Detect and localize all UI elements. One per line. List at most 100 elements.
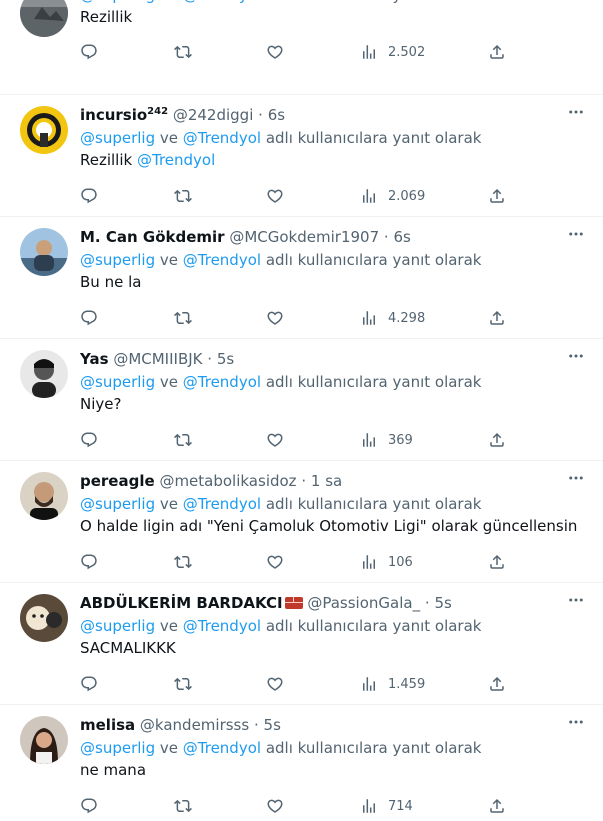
more-button[interactable] xyxy=(565,589,587,611)
reply-button[interactable] xyxy=(80,795,98,817)
share-button[interactable] xyxy=(488,307,506,329)
tweet-header: ABDÜLKERİM BARDAKCI @PassionGala_ · 5s xyxy=(80,594,452,612)
mention-link[interactable]: @Trendyol xyxy=(183,617,261,635)
retweet-button[interactable] xyxy=(174,673,192,695)
tweet[interactable]: ABDÜLKERİM BARDAKCI @PassionGala_ · 5s @… xyxy=(0,583,603,705)
share-icon xyxy=(490,188,504,203)
reply-joiner: ve xyxy=(159,617,178,635)
tweet[interactable]: pereagle @metabolikasidoz · 1 sa @superl… xyxy=(0,461,603,583)
mention-link[interactable]: @superlig xyxy=(80,129,155,147)
timestamp[interactable]: 1 sa xyxy=(311,472,342,490)
mention-link[interactable]: @Trendyol xyxy=(183,129,261,147)
user-handle[interactable]: @kandemirsss xyxy=(140,716,249,734)
mention-link[interactable]: @superlig xyxy=(80,373,155,391)
share-button[interactable] xyxy=(488,41,506,63)
timestamp[interactable]: 5s xyxy=(264,716,281,734)
views-button[interactable]: 2.069 xyxy=(360,185,425,207)
views-count: 1.459 xyxy=(388,676,426,692)
tweet-actions: 4.298 xyxy=(80,307,587,329)
avatar[interactable] xyxy=(20,594,68,642)
reply-button[interactable] xyxy=(80,673,98,695)
like-button[interactable] xyxy=(266,551,284,573)
reply-prefix-text: adlı kullanıcılara yanıt olarak xyxy=(265,617,482,635)
share-icon xyxy=(490,44,504,59)
retweet-button[interactable] xyxy=(174,307,192,329)
reply-button[interactable] xyxy=(80,429,98,451)
views-button[interactable]: 106 xyxy=(360,551,413,573)
display-name[interactable]: melisa xyxy=(80,716,135,734)
more-button[interactable] xyxy=(565,345,587,367)
avatar[interactable] xyxy=(20,0,68,37)
timestamp[interactable]: 5s xyxy=(217,350,234,368)
retweet-button[interactable] xyxy=(174,185,192,207)
tweet[interactable]: M. Can Gökdemir @MCGokdemir1907 · 6s @su… xyxy=(0,217,603,339)
user-handle[interactable]: @PassionGala_ xyxy=(307,594,420,612)
share-button[interactable] xyxy=(488,185,506,207)
like-icon xyxy=(267,555,283,569)
reply-button[interactable] xyxy=(80,185,98,207)
timestamp[interactable]: 5s xyxy=(434,594,451,612)
like-button[interactable] xyxy=(266,429,284,451)
share-button[interactable] xyxy=(488,551,506,573)
user-handle[interactable]: @metabolikasidoz xyxy=(159,472,296,490)
views-button[interactable]: 2.502 xyxy=(360,41,425,63)
views-icon xyxy=(363,677,375,691)
mention-link[interactable]: @superlig xyxy=(80,739,155,757)
avatar[interactable] xyxy=(20,106,68,154)
user-handle[interactable]: @242diggi xyxy=(173,106,254,124)
mention-link[interactable]: @superlig xyxy=(80,251,155,269)
display-name[interactable]: Yas xyxy=(80,350,109,368)
views-button[interactable]: 1.459 xyxy=(360,673,425,695)
more-button[interactable] xyxy=(565,467,587,489)
retweet-button[interactable] xyxy=(174,429,192,451)
user-handle[interactable]: @MCGokdemir1907 xyxy=(229,228,379,246)
like-button[interactable] xyxy=(266,307,284,329)
display-name[interactable]: M. Can Gökdemir xyxy=(80,228,225,246)
like-button[interactable] xyxy=(266,41,284,63)
share-button[interactable] xyxy=(488,795,506,817)
timestamp[interactable]: 6s xyxy=(268,106,285,124)
more-button[interactable] xyxy=(565,711,587,733)
avatar[interactable] xyxy=(20,350,68,398)
share-button[interactable] xyxy=(488,429,506,451)
tweet[interactable]: @superlig ve @Trendyol adlı kullanıcılar… xyxy=(0,0,603,95)
mention-link[interactable]: @Trendyol xyxy=(183,495,261,513)
avatar[interactable] xyxy=(20,228,68,276)
like-button[interactable] xyxy=(266,795,284,817)
reply-button[interactable] xyxy=(80,551,98,573)
reply-joiner: ve xyxy=(159,251,178,269)
mention-link[interactable]: @superlig xyxy=(80,617,155,635)
like-button[interactable] xyxy=(266,185,284,207)
retweet-button[interactable] xyxy=(174,795,192,817)
tweet[interactable]: Yas @MCMIIIBJK · 5s @superlig ve @Trendy… xyxy=(0,339,603,461)
mention-link[interactable]: @superlig xyxy=(80,0,155,4)
reply-button[interactable] xyxy=(80,307,98,329)
avatar[interactable] xyxy=(20,716,68,764)
display-name[interactable]: pereagle xyxy=(80,472,155,490)
like-button[interactable] xyxy=(266,673,284,695)
avatar[interactable] xyxy=(20,472,68,520)
more-button[interactable] xyxy=(565,223,587,245)
tweet[interactable]: melisa @kandemirsss · 5s @superlig ve @T… xyxy=(0,705,603,821)
views-button[interactable]: 4.298 xyxy=(360,307,425,329)
mention-link[interactable]: @Trendyol xyxy=(183,251,261,269)
retweet-button[interactable] xyxy=(174,551,192,573)
tweet[interactable]: incursio242 @242diggi · 6s @superlig ve … xyxy=(0,95,603,217)
more-button[interactable] xyxy=(565,101,587,123)
reply-button[interactable] xyxy=(80,41,98,63)
mention-link[interactable]: @Trendyol xyxy=(183,373,261,391)
views-icon xyxy=(363,799,375,813)
mention-link[interactable]: @Trendyol xyxy=(137,151,215,169)
display-name-superscript: 242 xyxy=(147,106,169,117)
views-button[interactable]: 714 xyxy=(360,795,413,817)
timestamp[interactable]: 6s xyxy=(393,228,410,246)
user-handle[interactable]: @MCMIIIBJK xyxy=(113,350,202,368)
mention-link[interactable]: @Trendyol xyxy=(183,0,261,4)
mention-link[interactable]: @superlig xyxy=(80,495,155,513)
display-name[interactable]: ABDÜLKERİM BARDAKCI xyxy=(80,594,283,612)
display-name[interactable]: incursio xyxy=(80,106,147,124)
views-button[interactable]: 369 xyxy=(360,429,413,451)
retweet-button[interactable] xyxy=(174,41,192,63)
share-button[interactable] xyxy=(488,673,506,695)
mention-link[interactable]: @Trendyol xyxy=(183,739,261,757)
